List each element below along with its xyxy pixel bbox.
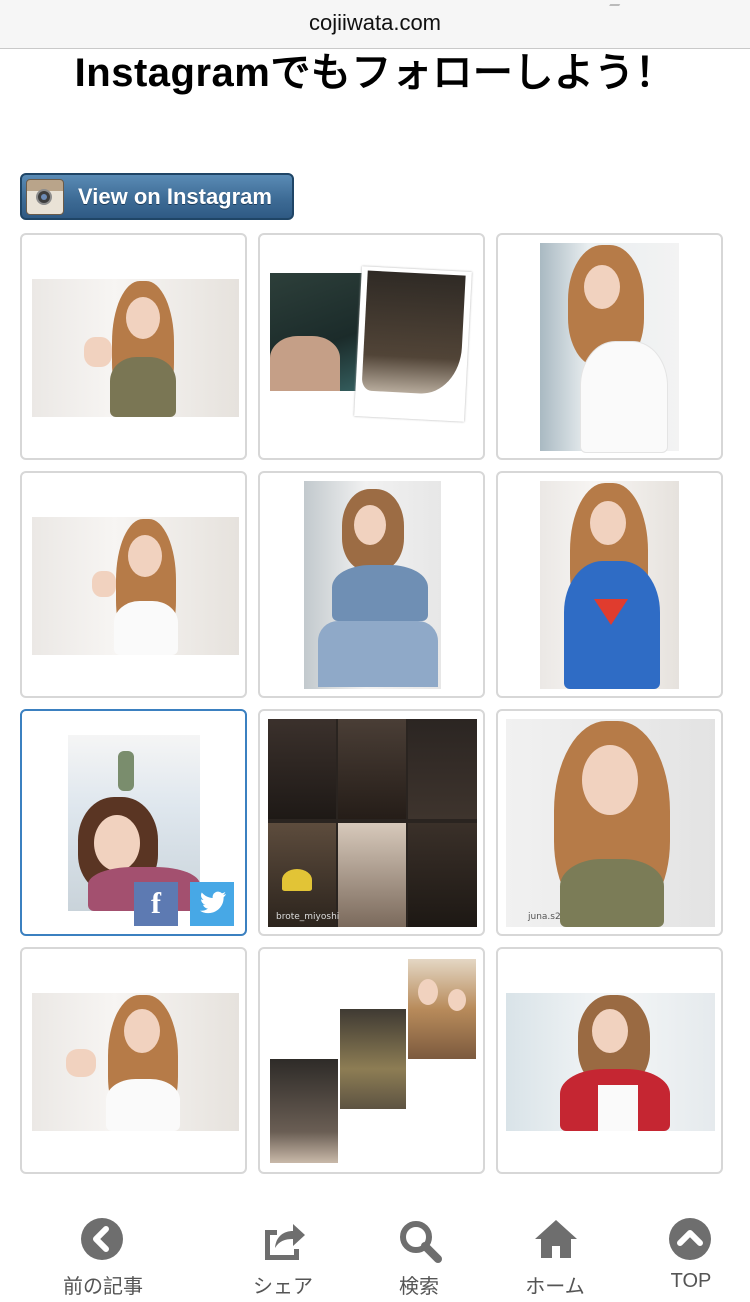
bottom-navigation: 前の記事 シェア 検索 ホーム TOP xyxy=(0,1200,750,1302)
photo-image xyxy=(32,517,239,655)
photo-image xyxy=(32,279,239,417)
photo-credit: juna.s2 xyxy=(528,912,561,922)
nav-share[interactable]: シェア xyxy=(228,1218,338,1299)
nav-home[interactable]: ホーム xyxy=(500,1218,610,1299)
chevron-left-icon xyxy=(81,1218,125,1262)
home-icon xyxy=(533,1218,577,1262)
photo-image xyxy=(304,481,441,689)
photo-image xyxy=(540,243,679,453)
twitter-share-icon[interactable] xyxy=(190,882,234,926)
instagram-photo-12[interactable] xyxy=(496,947,723,1174)
share-icon xyxy=(261,1218,305,1262)
instagram-photo-4[interactable] xyxy=(20,471,247,698)
instagram-photo-grid: f brote_miyoshi juna.s2 xyxy=(20,233,730,1176)
instagram-photo-1[interactable] xyxy=(20,233,247,460)
instagram-photo-11[interactable] xyxy=(258,947,485,1174)
photo-image xyxy=(506,719,715,927)
instagram-camera-icon xyxy=(26,178,64,215)
nav-label: 前の記事 xyxy=(63,1276,143,1298)
photo-credit: brote_miyoshi xyxy=(276,912,340,922)
facebook-share-icon[interactable]: f xyxy=(134,882,178,926)
instagram-photo-8[interactable]: brote_miyoshi xyxy=(258,709,485,936)
instagram-photo-5[interactable] xyxy=(258,471,485,698)
nav-search[interactable]: 検索 xyxy=(364,1218,474,1299)
nav-label: ホーム xyxy=(525,1276,585,1298)
search-icon xyxy=(397,1218,442,1263)
instagram-photo-6[interactable] xyxy=(496,471,723,698)
url-bar-decoration xyxy=(609,0,625,6)
instagram-button-label: View on Instagram xyxy=(78,183,272,209)
chevron-up-icon xyxy=(669,1218,713,1262)
photo-image xyxy=(506,993,715,1131)
instagram-photo-3[interactable] xyxy=(496,233,723,460)
nav-label: シェア xyxy=(253,1276,313,1298)
nav-label: 検索 xyxy=(399,1276,439,1298)
url-text[interactable]: cojiiwata.com xyxy=(0,10,750,36)
photo-image xyxy=(540,481,679,689)
nav-previous-article[interactable]: 前の記事 xyxy=(48,1218,158,1299)
nav-top[interactable]: TOP xyxy=(636,1218,746,1293)
instagram-photo-2[interactable] xyxy=(258,233,485,460)
photo-image xyxy=(270,273,364,391)
page-heading: Instagramでもフォローしよう！ xyxy=(74,51,676,95)
photo-image xyxy=(270,1059,338,1163)
instagram-photo-9[interactable]: juna.s2 xyxy=(496,709,723,936)
photo-image xyxy=(32,993,239,1131)
photo-image xyxy=(268,719,477,927)
instagram-photo-7[interactable]: f xyxy=(20,709,247,936)
instagram-photo-10[interactable] xyxy=(20,947,247,1174)
view-on-instagram-button[interactable]: View on Instagram xyxy=(20,173,294,220)
nav-label: TOP xyxy=(670,1270,712,1292)
